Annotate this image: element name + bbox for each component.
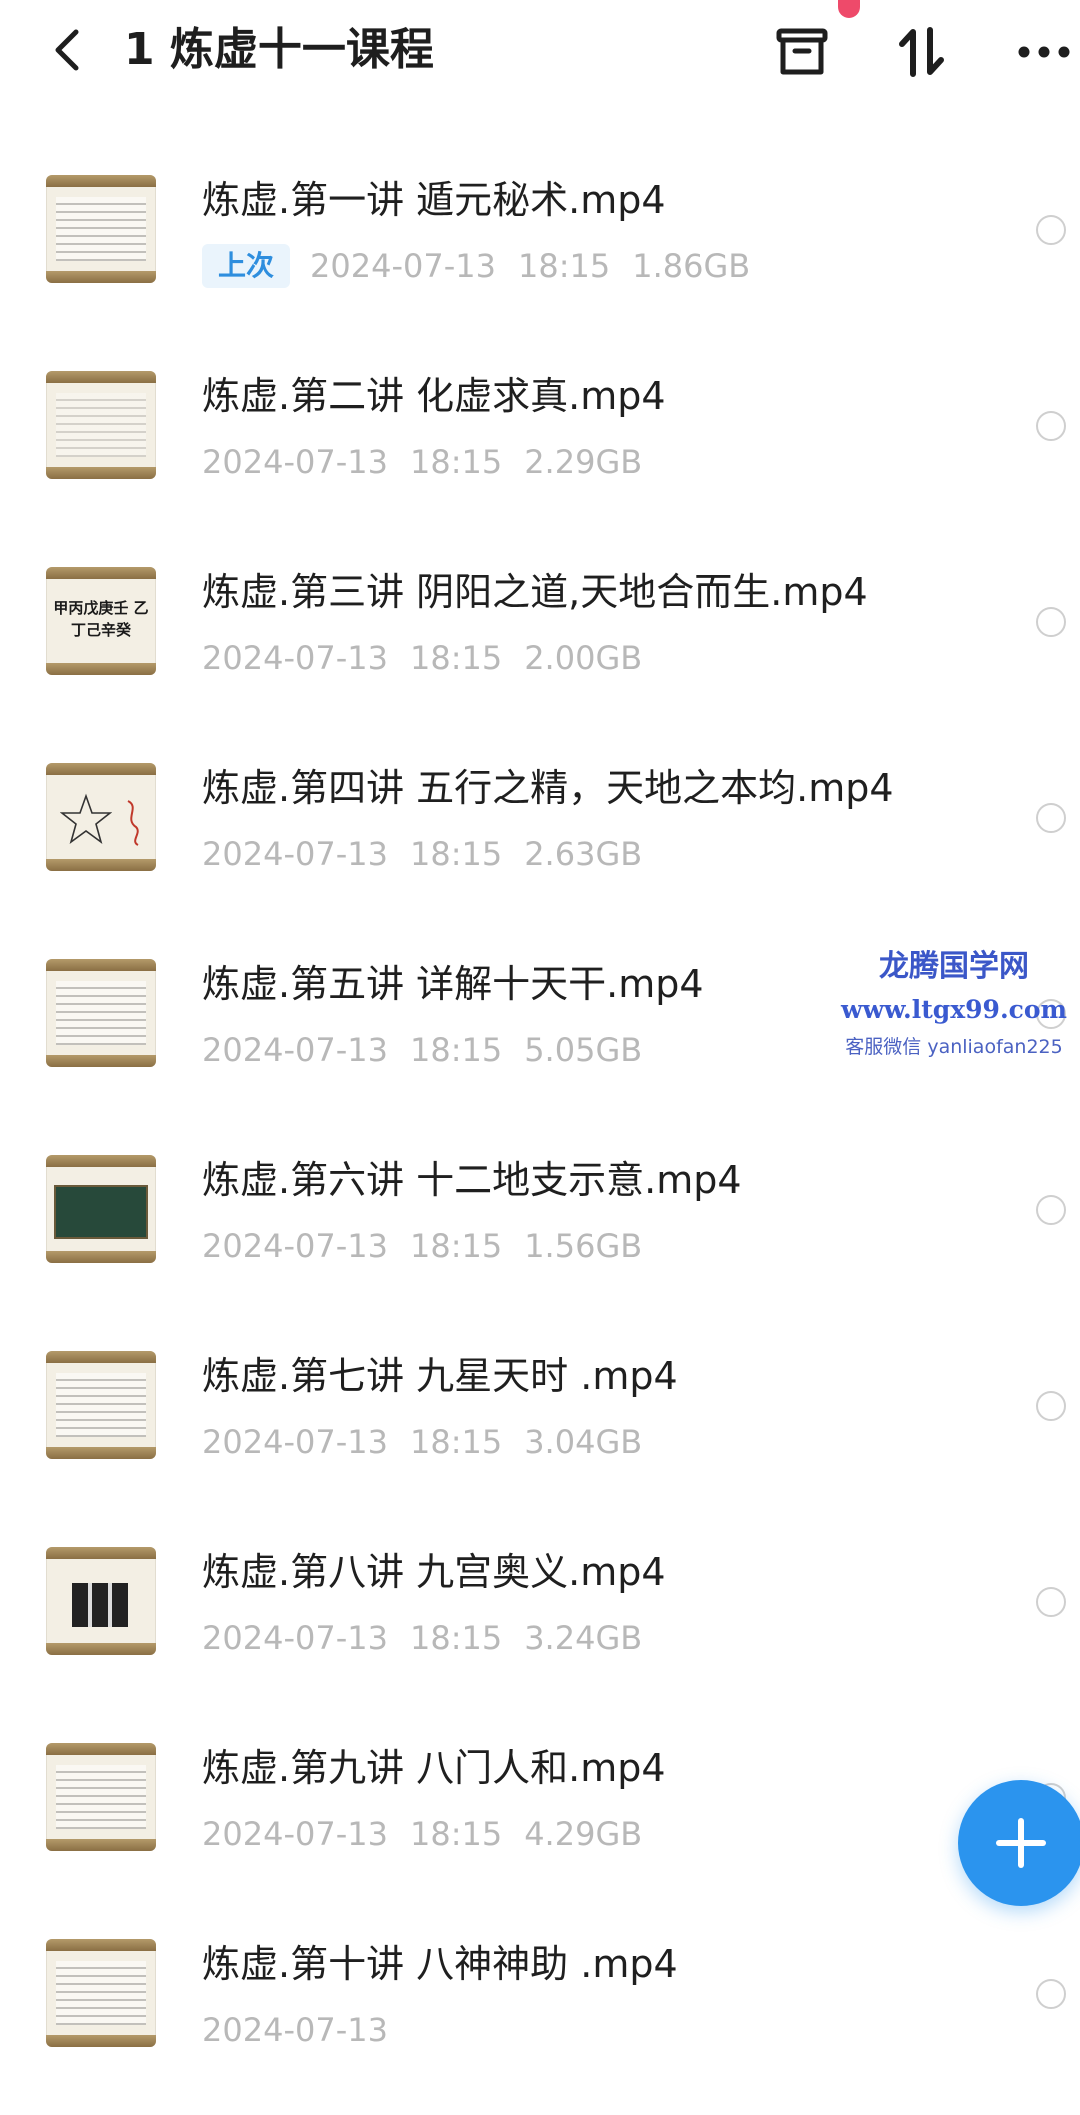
file-name: 炼虚.第二讲 化虚求真.mp4 [202,374,666,418]
video-thumbnail [46,1155,156,1263]
file-row[interactable]: 炼虚.第四讲 五行之精，天地之本均.mp4 2024-07-13 18:15 2… [0,743,1080,939]
pentagram-icon [60,793,112,845]
back-button[interactable] [42,22,92,78]
file-size: 3.04GB [524,1423,643,1461]
select-radio[interactable] [1036,803,1066,833]
file-name: 炼虚.第五讲 详解十天干.mp4 [202,962,704,1006]
file-list: 炼虚.第一讲 遁元秘术.mp4 上次 2024-07-13 18:15 1.86… [0,155,1080,2115]
add-button[interactable] [958,1780,1080,1906]
select-radio[interactable] [1036,1195,1066,1225]
file-meta: 2024-07-13 18:15 3.24GB [202,1615,664,1661]
video-thumbnail [46,959,156,1067]
file-time: 18:15 [409,443,503,481]
file-size: 2.00GB [524,639,643,677]
file-row[interactable]: 炼虚.第六讲 十二地支示意.mp4 2024-07-13 18:15 1.56G… [0,1135,1080,1331]
file-size: 2.29GB [524,443,643,481]
file-date: 2024-07-13 [202,443,388,481]
file-size: 4.29GB [524,1815,643,1853]
select-radio[interactable] [1036,1391,1066,1421]
file-meta: 2024-07-13 18:15 5.05GB [202,1027,664,1073]
video-thumbnail [46,1351,156,1459]
file-meta: 2024-07-13 18:15 2.29GB [202,439,664,485]
video-thumbnail [46,1743,156,1851]
file-time: 18:15 [409,1227,503,1265]
video-thumbnail [46,175,156,283]
watermark: 龙腾国学网 www.ltgx99.com 客服微信 yanliaofan225 [828,944,1080,1064]
file-row[interactable]: 炼虚.第十讲 八神神助 .mp4 2024-07-13 [0,1919,1080,2115]
file-time: 18:15 [517,247,611,285]
file-time: 18:15 [409,1423,503,1461]
top-bar: 1 炼虚十一课程 [0,0,1080,105]
file-size: 1.86GB [632,247,751,285]
file-name: 炼虚.第八讲 九宫奥义.mp4 [202,1550,666,1594]
file-date: 2024-07-13 [310,247,496,285]
file-size: 5.05GB [524,1031,643,1069]
grid-graphic [72,1583,128,1627]
file-size: 2.63GB [524,835,643,873]
select-radio[interactable] [1036,1979,1066,2009]
select-radio[interactable] [1036,215,1066,245]
file-row[interactable]: 炼虚.第九讲 八门人和.mp4 2024-07-13 18:15 4.29GB [0,1723,1080,1919]
file-time: 18:15 [409,1619,503,1657]
red-mark-icon [127,800,139,846]
watermark-url: www.ltgx99.com [840,995,1068,1024]
file-date: 2024-07-13 [202,1619,388,1657]
video-thumbnail [46,1939,156,2047]
select-radio[interactable] [1036,607,1066,637]
file-date: 2024-07-13 [202,1423,388,1461]
plus-icon [996,1818,1046,1868]
file-date: 2024-07-13 [202,835,388,873]
file-name: 炼虚.第十讲 八神神助 .mp4 [202,1942,678,1986]
last-played-badge: 上次 [202,244,291,288]
video-thumbnail [46,1547,156,1655]
more-button[interactable] [1012,20,1076,84]
file-date: 2024-07-13 [202,2011,388,2049]
file-meta: 2024-07-13 18:15 3.04GB [202,1419,664,1465]
file-time: 18:15 [409,639,503,677]
watermark-title: 龙腾国学网 [879,949,1029,984]
archive-button[interactable] [770,20,834,84]
file-date: 2024-07-13 [202,1815,388,1853]
file-row[interactable]: 炼虚.第八讲 九宫奥义.mp4 2024-07-13 18:15 3.24GB [0,1527,1080,1723]
file-meta: 2024-07-13 18:15 2.00GB [202,635,664,681]
file-meta: 2024-07-13 18:15 2.63GB [202,831,664,877]
file-time: 18:15 [409,1815,503,1853]
file-meta: 上次 2024-07-13 18:15 1.86GB [202,243,772,289]
file-row[interactable]: 炼虚.第七讲 九星天时 .mp4 2024-07-13 18:15 3.04GB [0,1331,1080,1527]
file-size: 1.56GB [524,1227,643,1265]
file-meta: 2024-07-13 18:15 1.56GB [202,1223,664,1269]
file-name: 炼虚.第四讲 五行之精，天地之本均.mp4 [202,766,894,810]
file-date: 2024-07-13 [202,1227,388,1265]
file-size: 3.24GB [524,1619,643,1657]
file-name: 炼虚.第一讲 遁元秘术.mp4 [202,178,666,222]
file-name: 炼虚.第九讲 八门人和.mp4 [202,1746,666,1790]
video-thumbnail: 甲丙戊庚壬 乙丁己辛癸 [46,567,156,675]
file-time: 18:15 [409,835,503,873]
watermark-contact: 客服微信 yanliaofan225 [845,1036,1063,1058]
sort-icon [899,27,944,77]
select-radio[interactable] [1036,411,1066,441]
file-meta: 2024-07-13 18:15 4.29GB [202,1811,664,1857]
chevron-left-icon [55,29,79,71]
page-title: 1 炼虚十一课程 [124,24,434,75]
file-name: 炼虚.第三讲 阴阳之道,天地合而生.mp4 [202,570,868,614]
file-row[interactable]: 甲丙戊庚壬 乙丁己辛癸 炼虚.第三讲 阴阳之道,天地合而生.mp4 2024-0… [0,547,1080,743]
file-date: 2024-07-13 [202,639,388,677]
video-thumbnail [46,371,156,479]
more-horizontal-icon [1018,46,1070,58]
sort-button[interactable] [890,20,954,84]
file-meta: 2024-07-13 [202,2007,410,2053]
select-radio[interactable] [1036,1587,1066,1617]
chalkboard-graphic [54,1185,148,1239]
file-row[interactable]: 炼虚.第一讲 遁元秘术.mp4 上次 2024-07-13 18:15 1.86… [0,155,1080,351]
thumbnail-text: 甲丙戊庚壬 乙丁己辛癸 [53,599,149,639]
file-time: 18:15 [409,1031,503,1069]
file-name: 炼虚.第七讲 九星天时 .mp4 [202,1354,678,1398]
file-row[interactable]: 炼虚.第二讲 化虚求真.mp4 2024-07-13 18:15 2.29GB [0,351,1080,547]
notification-dot [838,0,860,18]
file-date: 2024-07-13 [202,1031,388,1069]
video-thumbnail [46,763,156,871]
file-name: 炼虚.第六讲 十二地支示意.mp4 [202,1158,742,1202]
archive-icon [776,28,828,75]
